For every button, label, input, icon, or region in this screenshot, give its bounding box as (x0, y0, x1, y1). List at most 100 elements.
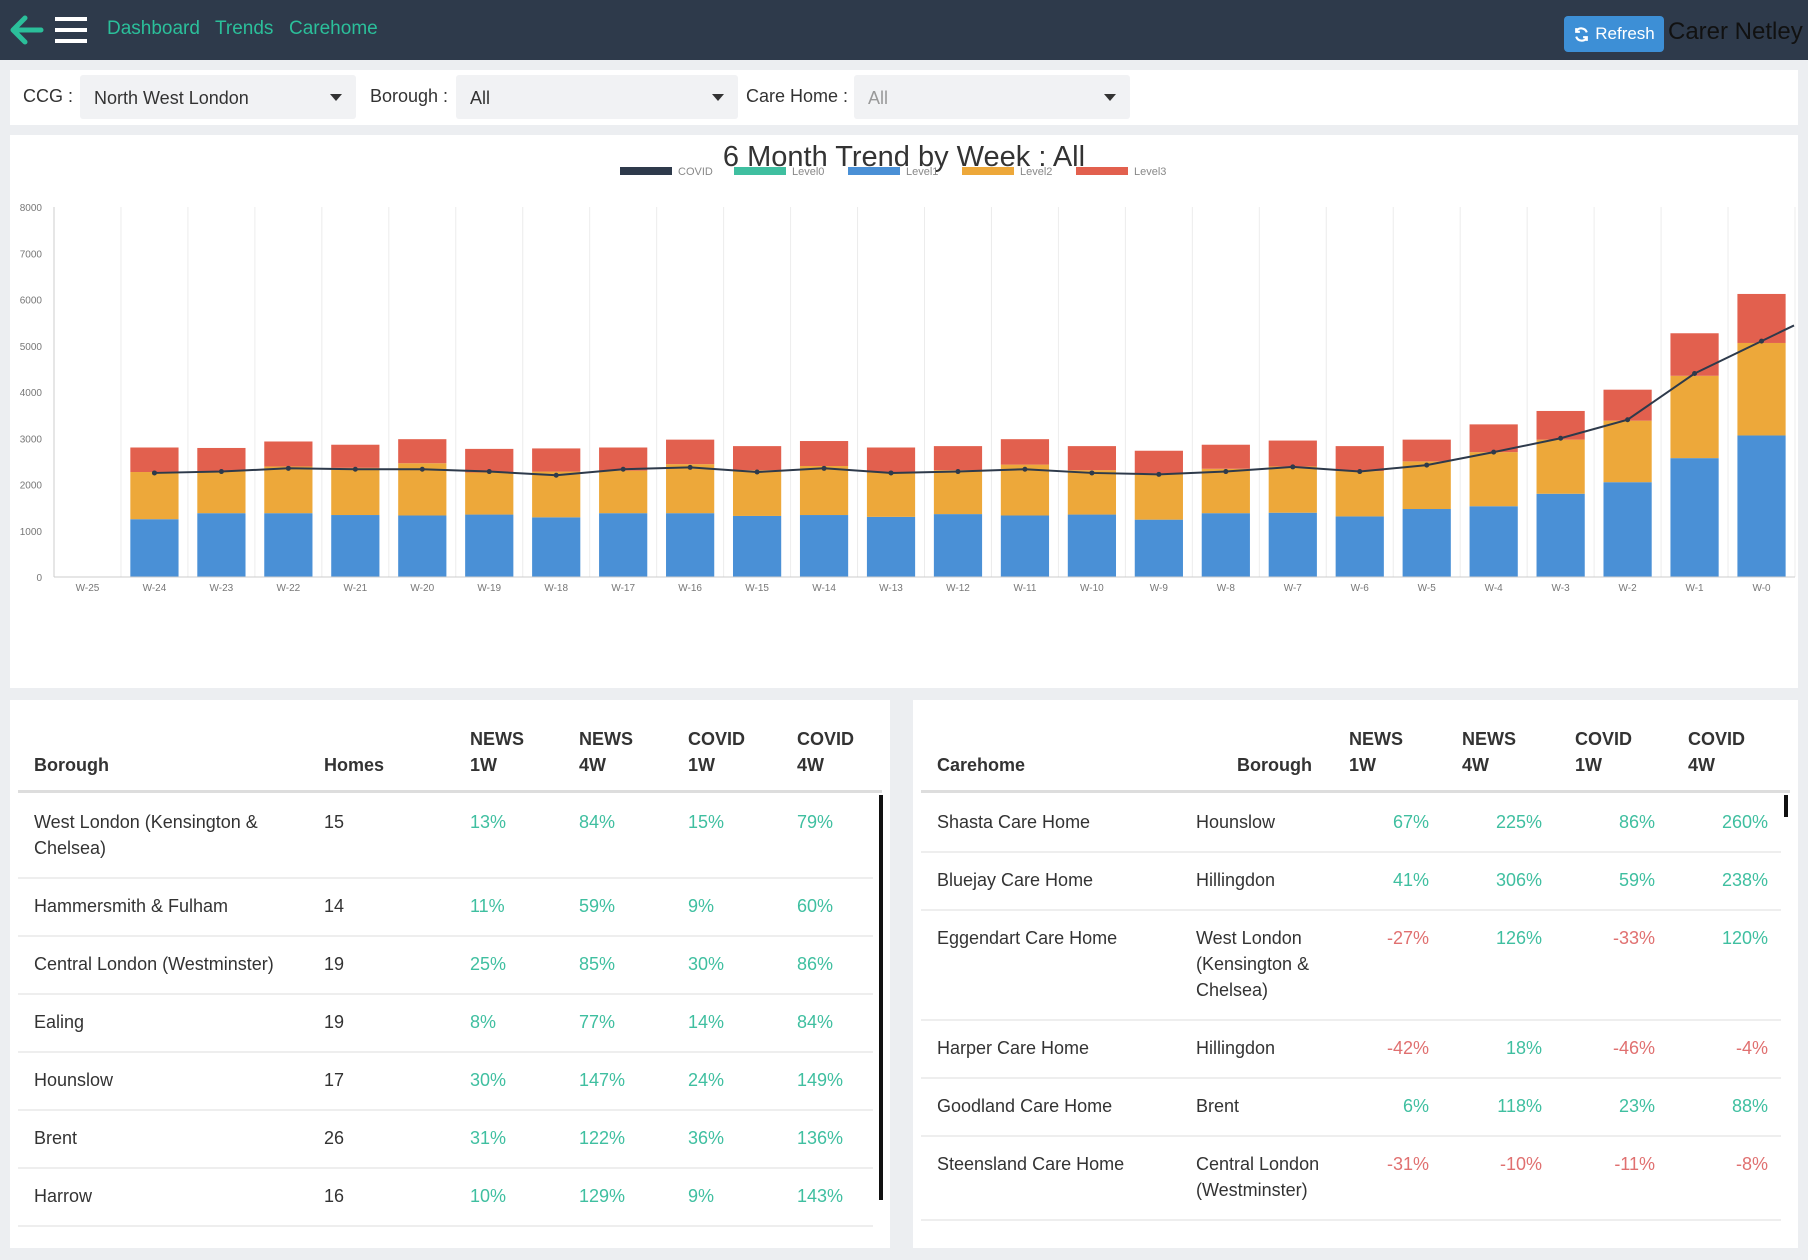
point-covid[interactable] (1357, 469, 1363, 475)
col-news-4w[interactable]: 4W (579, 752, 606, 778)
bar-level1-w-12[interactable] (933, 514, 983, 577)
col-news-4w-top[interactable]: NEWS (579, 726, 633, 752)
bar-level3-w-10[interactable] (1067, 446, 1117, 471)
col-news-4w-top[interactable]: NEWS (1462, 726, 1516, 752)
col-news-1w-top[interactable]: NEWS (470, 726, 524, 752)
bar-level1-w-23[interactable] (197, 513, 246, 577)
bar-level3-w-19[interactable] (465, 448, 514, 473)
hamburger-menu-icon[interactable] (54, 14, 88, 46)
bar-level1-w-16[interactable] (666, 513, 715, 577)
legend-label-level0[interactable]: Level0 (792, 166, 824, 178)
col-covid-4w[interactable]: 4W (1688, 752, 1715, 778)
col-covid-4w-top[interactable]: COVID (797, 726, 854, 752)
point-covid[interactable] (1156, 471, 1162, 477)
bar-level1-w-0[interactable] (1737, 435, 1786, 577)
table-row[interactable]: Central London (Westminster) 19 25% 85% 30% 8… (18, 937, 873, 995)
bar-level1-w-21[interactable] (331, 515, 380, 577)
col-covid-1w-top[interactable]: COVID (1575, 726, 1632, 752)
bar-level3-w-6[interactable] (1335, 446, 1384, 472)
point-covid[interactable] (218, 469, 224, 475)
point-covid[interactable] (620, 466, 626, 472)
point-covid[interactable] (1692, 371, 1698, 376)
point-covid[interactable] (1424, 462, 1430, 468)
bar-level1-w-18[interactable] (532, 517, 581, 577)
bar-level2-w-8[interactable] (1201, 468, 1250, 514)
col-news-1w[interactable]: 1W (1349, 752, 1376, 778)
legend-label-level1[interactable]: Level1 (906, 166, 938, 178)
table-row[interactable]: Hounslow 17 30% 147% 24% 149% (18, 1053, 873, 1111)
vertical-scrollbar[interactable] (879, 795, 883, 1200)
bar-level3-w-12[interactable] (933, 446, 983, 471)
bar-level3-w-8[interactable] (1201, 444, 1250, 469)
bar-level1-w-6[interactable] (1335, 516, 1384, 577)
point-covid[interactable] (1290, 464, 1296, 470)
col-covid-4w-top[interactable]: COVID (1688, 726, 1745, 752)
ccg-select[interactable]: North West London (80, 75, 356, 119)
bar-level2-w-9[interactable] (1134, 473, 1183, 520)
point-covid[interactable] (1759, 338, 1765, 344)
carehome-select[interactable]: All (854, 75, 1130, 119)
table-row[interactable]: Hammersmith & Fulham 14 11% 59% 9% 60% (18, 879, 873, 937)
bar-level3-w-7[interactable] (1268, 440, 1317, 467)
bar-level1-w-19[interactable] (465, 514, 514, 577)
table-row[interactable]: Ealing 19 8% 77% 14% 84% (18, 995, 873, 1053)
point-covid[interactable] (1022, 466, 1028, 472)
bar-level2-w-14[interactable] (799, 466, 849, 516)
legend-label-level3[interactable]: Level3 (1134, 166, 1166, 178)
bar-level3-w-16[interactable] (666, 439, 715, 465)
point-covid[interactable] (352, 466, 358, 472)
bar-level1-w-8[interactable] (1201, 513, 1250, 577)
bar-level1-w-17[interactable] (599, 513, 648, 577)
bar-level1-w-1[interactable] (1670, 458, 1719, 577)
bar-level1-w-5[interactable] (1402, 509, 1451, 577)
bar-level1-w-10[interactable] (1067, 514, 1117, 577)
bar-level3-w-22[interactable] (264, 441, 313, 467)
point-covid[interactable] (1089, 470, 1095, 476)
col-covid-1w[interactable]: 1W (688, 752, 715, 778)
nav-link-carehome[interactable]: Carehome (289, 18, 378, 40)
col-borough[interactable]: Borough (34, 752, 109, 778)
bar-level3-w-2[interactable] (1603, 389, 1652, 421)
point-covid[interactable] (687, 464, 693, 470)
bar-level1-w-24[interactable] (130, 519, 179, 577)
bar-level2-w-1[interactable] (1670, 375, 1719, 459)
bar-level1-w-22[interactable] (264, 513, 313, 577)
vertical-scrollbar[interactable] (1784, 795, 1788, 817)
table-row[interactable]: Brent 26 31% 122% 36% 136% (18, 1111, 873, 1169)
table-row[interactable]: Shasta Care Home Hounslow 67% 225% 86% 260% (921, 795, 1781, 853)
bar-level1-w-2[interactable] (1603, 482, 1652, 577)
point-covid[interactable] (1223, 469, 1229, 475)
table-row[interactable]: Steensland Care Home Central London (West… (921, 1137, 1781, 1221)
bar-level3-w-14[interactable] (799, 441, 849, 466)
bar-level3-w-24[interactable] (130, 447, 179, 473)
point-covid[interactable] (754, 469, 760, 475)
bar-level3-w-3[interactable] (1536, 410, 1585, 440)
bar-level2-w-5[interactable] (1402, 461, 1451, 510)
nav-link-trends[interactable]: Trends (215, 18, 273, 40)
bar-level2-w-6[interactable] (1335, 471, 1384, 517)
bar-level3-w-18[interactable] (532, 448, 581, 472)
col-news-1w-top[interactable]: NEWS (1349, 726, 1403, 752)
col-covid-4w[interactable]: 4W (797, 752, 824, 778)
bar-level3-w-20[interactable] (398, 439, 447, 464)
bar-level1-w-9[interactable] (1134, 519, 1183, 577)
bar-level2-w-22[interactable] (264, 466, 313, 514)
bar-level2-w-19[interactable] (465, 472, 514, 515)
table-row[interactable]: Eggendart Care Home West London (Kensingt… (921, 911, 1781, 1021)
table-row[interactable]: Goodland Care Home Brent 6% 118% 23% 88% (921, 1079, 1781, 1137)
legend-label-level2[interactable]: Level2 (1020, 166, 1052, 178)
bar-level3-w-13[interactable] (866, 447, 916, 473)
point-covid[interactable] (419, 466, 425, 472)
point-covid[interactable] (1558, 435, 1564, 441)
bar-level1-w-3[interactable] (1536, 493, 1585, 577)
bar-level3-w-15[interactable] (732, 446, 782, 471)
bar-level3-w-21[interactable] (331, 444, 380, 468)
col-carehome[interactable]: Carehome (937, 752, 1025, 778)
bar-level2-w-3[interactable] (1536, 439, 1585, 494)
point-covid[interactable] (151, 470, 157, 476)
bar-level1-w-7[interactable] (1268, 512, 1317, 577)
col-borough[interactable]: Borough (1237, 752, 1312, 778)
point-covid[interactable] (486, 469, 492, 475)
bar-level1-w-20[interactable] (398, 515, 447, 577)
back-arrow-icon[interactable] (8, 14, 44, 46)
